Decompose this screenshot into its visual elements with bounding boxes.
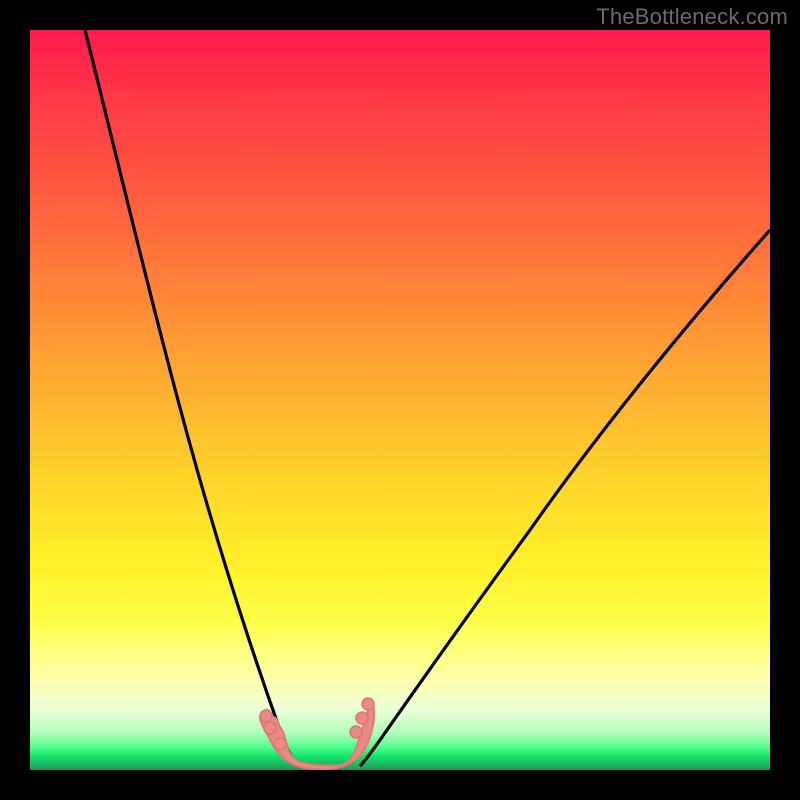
- bead: [362, 698, 374, 710]
- bead: [260, 710, 272, 722]
- right-curve: [360, 230, 770, 766]
- bead: [356, 712, 368, 724]
- attribution-label: TheBottleneck.com: [596, 4, 788, 30]
- bead: [274, 738, 286, 750]
- bead: [350, 726, 362, 738]
- plot-svg: [30, 30, 770, 770]
- plot-area: [30, 30, 770, 770]
- chart-frame: TheBottleneck.com: [0, 0, 800, 800]
- bead: [264, 722, 276, 734]
- left-curve: [85, 30, 296, 765]
